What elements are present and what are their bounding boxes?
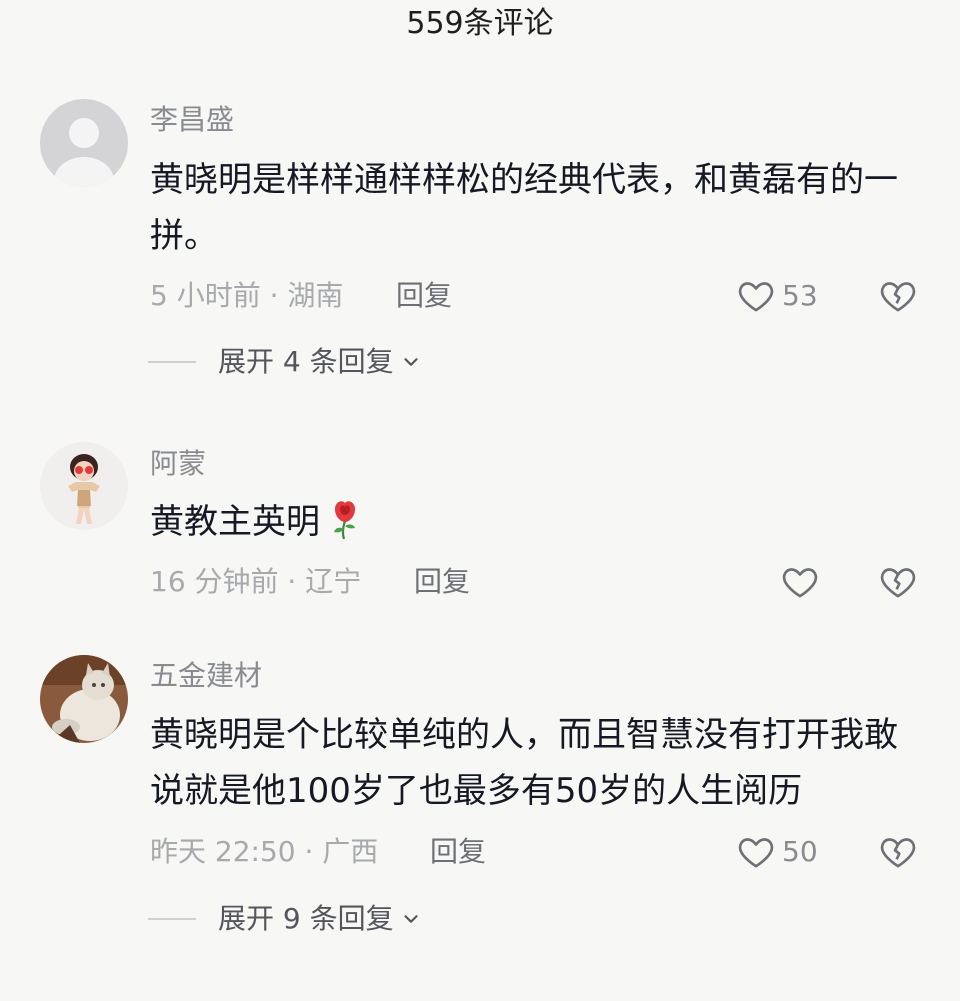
heart-outline-icon <box>782 568 818 598</box>
comment-meta: 昨天 22:50 · 广西 <box>150 835 379 868</box>
like-button[interactable] <box>780 562 826 602</box>
avatar-image <box>40 655 128 743</box>
reply-button[interactable]: 回复 <box>396 278 452 314</box>
comment-meta: 5 小时前 · 湖南 <box>150 279 344 312</box>
like-button[interactable]: 53 <box>736 276 818 316</box>
like-button[interactable]: 50 <box>736 832 818 872</box>
expand-replies-button[interactable]: 展开 9 条回复 <box>148 901 422 937</box>
divider <box>148 918 196 920</box>
comment-text-body: 黄教主英明 <box>150 502 320 542</box>
avatar[interactable] <box>40 99 128 187</box>
reply-button[interactable]: 回复 <box>430 834 486 870</box>
expand-replies-button[interactable]: 展开 4 条回复 <box>148 344 422 380</box>
chevron-down-icon <box>404 915 418 923</box>
avatar-image <box>40 442 128 530</box>
comment-username[interactable]: 李昌盛 <box>150 102 234 138</box>
comment-meta: 16 分钟前 · 辽宁 <box>150 565 362 598</box>
heart-outline-icon <box>738 282 774 312</box>
expand-replies-label: 展开 9 条回复 <box>218 902 394 935</box>
reply-button[interactable]: 回复 <box>414 564 470 600</box>
comment-username[interactable]: 五金建材 <box>150 658 262 694</box>
comment-text: 黄晓明是样样通样样松的经典代表，和黄磊有的一拼。 <box>150 160 898 256</box>
like-count: 50 <box>782 835 818 868</box>
broken-heart-icon <box>880 282 916 312</box>
rose-icon <box>334 501 355 539</box>
dislike-button[interactable] <box>878 276 918 316</box>
default-avatar-icon <box>40 99 128 187</box>
broken-heart-icon <box>880 568 916 598</box>
avatar[interactable] <box>40 442 128 530</box>
heart-outline-icon <box>738 838 774 868</box>
avatar[interactable] <box>40 655 128 743</box>
dislike-button[interactable] <box>878 832 918 872</box>
dislike-button[interactable] <box>878 562 918 602</box>
comment-text: 黄教主英明 <box>150 494 920 550</box>
comment-text: 黄晓明是个比较单纯的人，而且智慧没有打开我敢说就是他100岁了也最多有50岁的人… <box>150 715 898 811</box>
page-title: 559条评论 <box>406 6 554 41</box>
broken-heart-icon <box>880 838 916 868</box>
like-count: 53 <box>782 279 818 312</box>
expand-replies-label: 展开 4 条回复 <box>218 345 394 378</box>
chevron-down-icon <box>404 358 418 366</box>
comment-username[interactable]: 阿蒙 <box>150 446 206 482</box>
divider <box>148 361 196 363</box>
